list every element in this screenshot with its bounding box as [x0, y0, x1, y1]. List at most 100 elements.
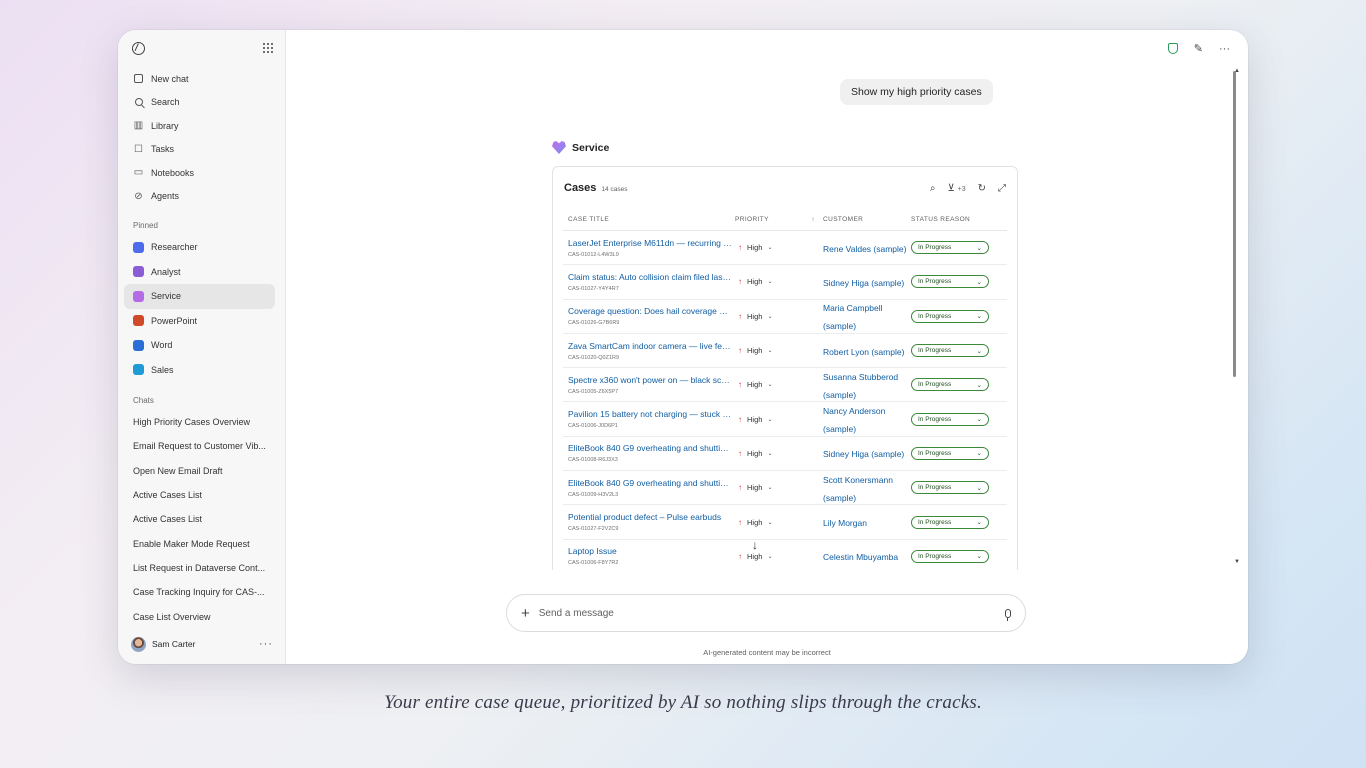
customer-link[interactable]: Robert Lyon (sample) [823, 347, 904, 357]
status-dropdown[interactable]: In Progress ⌄ [911, 515, 989, 529]
scroll-down-arrow-icon[interactable]: ▼ [1234, 559, 1240, 565]
chat-history-item[interactable]: Case Tracking Inquiry for CAS-... [118, 580, 285, 604]
case-title-link[interactable]: Potential product defect – Pulse earbuds [568, 512, 732, 522]
priority-dropdown[interactable]: ↑ High ⌄ [735, 449, 772, 458]
status-value: In Progress [918, 244, 952, 252]
chevron-down-icon: ⌄ [767, 519, 773, 526]
sidebar-nav-tasks[interactable]: ☐ Tasks [118, 138, 285, 162]
case-title-link[interactable]: Zava SmartCam indoor camera — live feed … [568, 341, 732, 351]
search-icon[interactable]: ⌕ [930, 183, 936, 194]
nav-label: New chat [151, 73, 189, 84]
plus-icon[interactable]: + [521, 605, 530, 622]
chat-history-item[interactable]: Open New Email Draft [118, 459, 285, 483]
customer-link[interactable]: Sidney Higa (sample) [823, 278, 904, 288]
expand-icon[interactable]: ⤢ [998, 183, 1006, 194]
app-window: New chat Search ▥ Library ☐ Tasks ▭ Notebooks ⊘ A… [118, 30, 1248, 664]
customer-link[interactable]: Scott Konersmann (sample) [823, 475, 893, 503]
pinned-item-analyst[interactable]: Analyst [124, 260, 275, 285]
priority-value: High [747, 448, 763, 458]
pinned-item-powerpoint[interactable]: PowerPoint [124, 309, 275, 334]
status-dropdown[interactable]: In Progress ⌄ [911, 446, 989, 460]
sidebar-nav-agents[interactable]: ⊘ Agents [118, 185, 285, 209]
user-profile[interactable]: Sam Carter ··· [118, 624, 285, 664]
shield-check-icon[interactable] [1167, 43, 1178, 54]
scrollbar[interactable] [1233, 71, 1236, 377]
pinned-item-word[interactable]: Word [124, 333, 275, 358]
customer-link[interactable]: Maria Campbell (sample) [823, 303, 883, 331]
priority-up-arrow-icon: ↑ [738, 243, 742, 253]
chat-history-item[interactable]: Enable Maker Mode Request [118, 531, 285, 555]
priority-dropdown[interactable]: ↑ High ⌄ [735, 243, 772, 252]
pinned-item-sales[interactable]: Sales [124, 358, 275, 383]
edit-icon[interactable]: ✎ [1194, 42, 1203, 55]
chat-history-item[interactable]: Active Cases List [118, 483, 285, 507]
status-dropdown[interactable]: In Progress ⌄ [911, 309, 989, 323]
case-title-link[interactable]: EliteBook 840 G9 overheating and shuttin… [568, 443, 732, 453]
app-launcher-icon[interactable] [262, 42, 273, 54]
sort-arrow-icon[interactable]: ↑ [811, 216, 815, 223]
case-title-link[interactable]: LaserJet Enterprise M611dn — recurring p… [568, 238, 732, 248]
priority-dropdown[interactable]: ↑ High ⌄ [735, 552, 772, 561]
chat-history-item[interactable]: Active Cases List [118, 507, 285, 531]
customer-link[interactable]: Nancy Anderson (sample) [823, 406, 885, 434]
pinned-label: PowerPoint [151, 315, 198, 326]
status-dropdown[interactable]: In Progress ⌄ [911, 344, 989, 358]
priority-dropdown[interactable]: ↑ High ⌄ [735, 277, 772, 286]
customer-link[interactable]: Celestin Mbuyamba [823, 552, 898, 562]
sidebar-nav-search[interactable]: Search [118, 91, 285, 115]
customer-link[interactable]: Sidney Higa (sample) [823, 449, 904, 459]
status-dropdown[interactable]: In Progress ⌄ [911, 481, 989, 495]
sidebar-nav-new-chat[interactable]: New chat [118, 67, 285, 91]
case-title-link[interactable]: Claim status: Auto collision claim filed… [568, 272, 732, 282]
copilot-logo-icon[interactable] [132, 41, 145, 55]
chevron-down-icon: ⌄ [976, 244, 982, 252]
filter-icon[interactable]: ⊻ +3 [948, 183, 966, 194]
more-icon[interactable]: ··· [1219, 43, 1230, 55]
user-message-bubble: Show my high priority cases [840, 79, 993, 105]
case-title-link[interactable]: Spectre x360 won't power on — black scre… [568, 375, 732, 385]
status-value: In Progress [918, 449, 952, 457]
col-status[interactable]: STATUS REASON [911, 216, 1001, 223]
customer-link[interactable]: Rene Valdes (sample) [823, 244, 906, 254]
microphone-icon[interactable] [1005, 608, 1011, 621]
message-composer[interactable]: + Send a message [506, 594, 1026, 632]
message-input[interactable]: Send a message [539, 608, 614, 619]
chevron-down-icon: ⌄ [976, 347, 982, 355]
col-case-title[interactable]: CASE TITLE [563, 216, 735, 223]
case-title-link[interactable]: Laptop Issue [568, 546, 732, 556]
priority-dropdown[interactable]: ↑ High ⌄ [735, 346, 772, 355]
status-dropdown[interactable]: In Progress ⌄ [911, 241, 989, 255]
scroll-down-icon[interactable]: ↓ [752, 538, 758, 552]
sidebar-nav-notebooks[interactable]: ▭ Notebooks [118, 161, 285, 185]
pinned-item-researcher[interactable]: Researcher [124, 235, 275, 260]
customer-link[interactable]: Susanna Stubberod (sample) [823, 372, 898, 400]
col-priority[interactable]: PRIORITY [735, 216, 769, 223]
pinned-label: Analyst [151, 266, 181, 277]
priority-dropdown[interactable]: ↑ High ⌄ [735, 518, 772, 527]
priority-dropdown[interactable]: ↑ High ⌄ [735, 483, 772, 492]
pinned-item-service[interactable]: Service [124, 284, 275, 309]
case-title-link[interactable]: EliteBook 840 G9 overheating and shuttin… [568, 478, 732, 488]
refresh-icon[interactable]: ↻ [978, 183, 986, 194]
case-title-link[interactable]: Coverage question: Does hail coverage ap… [568, 306, 732, 316]
priority-dropdown[interactable]: ↑ High ⌄ [735, 415, 772, 424]
case-title-link[interactable]: Pavilion 15 battery not charging — stuck… [568, 409, 732, 419]
status-dropdown[interactable]: In Progress ⌄ [911, 549, 989, 563]
table-row: Claim status: Auto collision claim filed… [563, 265, 1007, 300]
nav-label: Library [151, 120, 179, 131]
chat-history-item[interactable]: List Request in Dataverse Cont... [118, 556, 285, 580]
tasks-icon: ☐ [134, 143, 143, 155]
status-dropdown[interactable]: In Progress ⌄ [911, 275, 989, 289]
priority-dropdown[interactable]: ↑ High ⌄ [735, 380, 772, 389]
col-customer[interactable]: CUSTOMER [823, 216, 911, 223]
chevron-down-icon: ⌄ [976, 313, 982, 321]
priority-dropdown[interactable]: ↑ High ⌄ [735, 312, 772, 321]
status-dropdown[interactable]: In Progress ⌄ [911, 412, 989, 426]
chevron-down-icon: ⌄ [976, 278, 982, 286]
status-dropdown[interactable]: In Progress ⌄ [911, 378, 989, 392]
chat-history-item[interactable]: Email Request to Customer Vib... [118, 434, 285, 458]
customer-link[interactable]: Lily Morgan [823, 518, 867, 528]
chat-history-item[interactable]: High Priority Cases Overview [118, 410, 285, 434]
sidebar-nav-library[interactable]: ▥ Library [118, 114, 285, 138]
more-options-icon[interactable]: ··· [259, 638, 273, 650]
